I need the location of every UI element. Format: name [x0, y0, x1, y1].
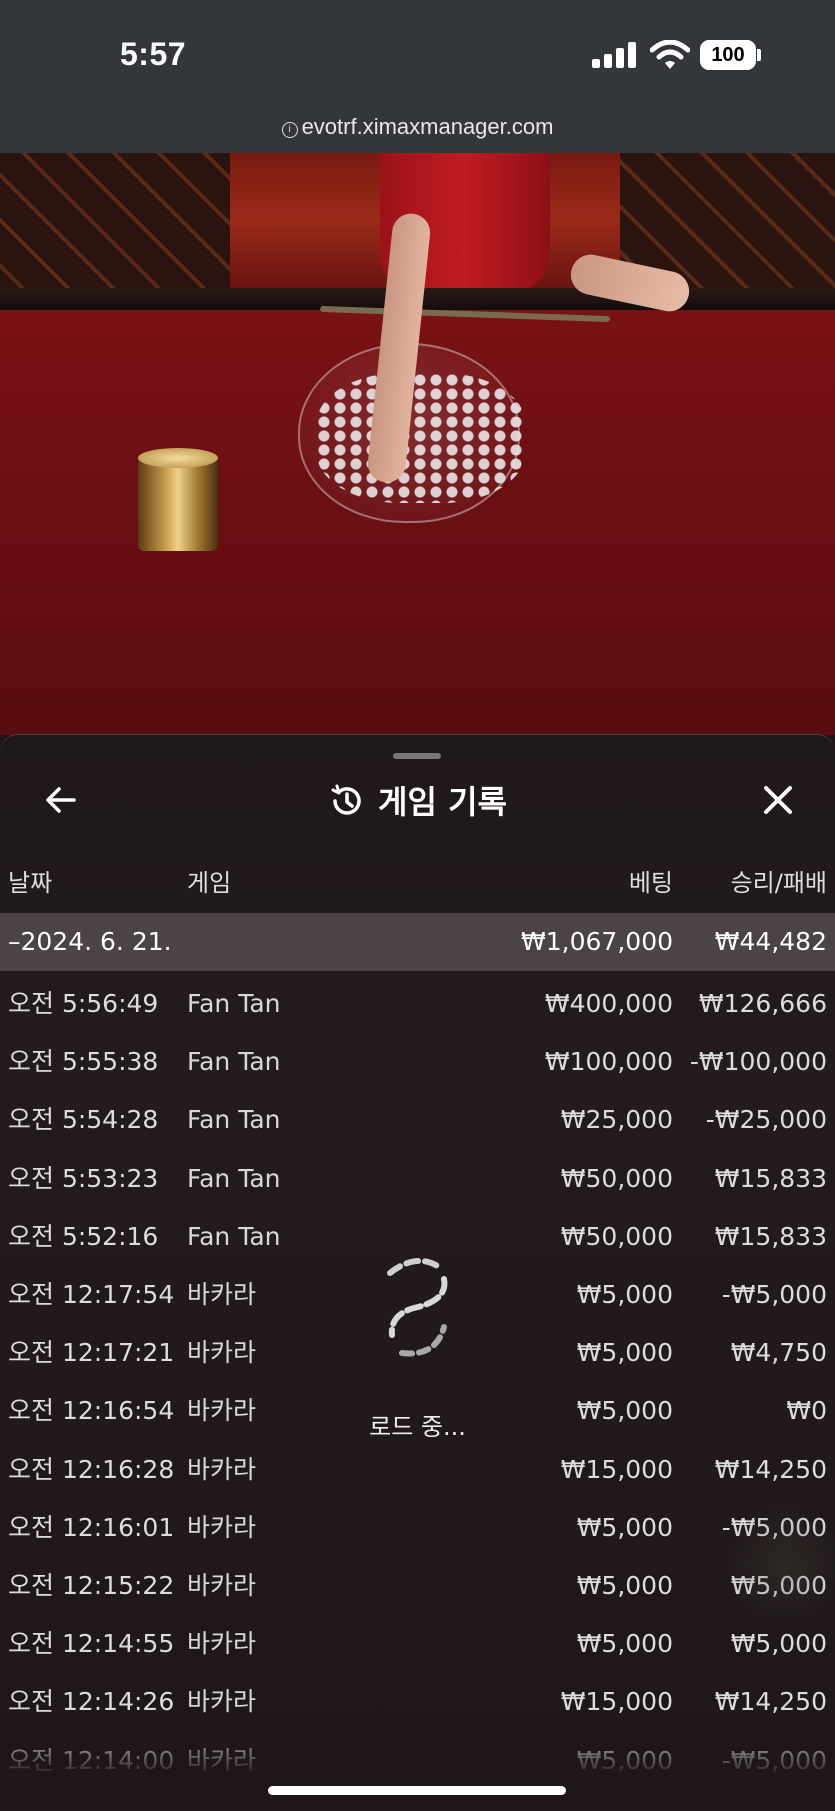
panel-header: 게임 기록 — [0, 777, 835, 823]
row-time: 오전 5:53:23 — [8, 1163, 159, 1193]
url-text: evotrf.ximaxmanager.com — [301, 114, 554, 139]
row-bet: ₩15,000 — [560, 1687, 673, 1717]
row-time: 오전 5:54:28 — [8, 1105, 159, 1135]
row-bet: ₩50,000 — [560, 1163, 673, 1193]
history-row[interactable]: 오전 12:14:26 바카라 ₩15,000 ₩14,250 — [0, 1673, 835, 1731]
row-result: -₩25,000 — [705, 1105, 827, 1135]
loading-spinner-icon — [387, 1258, 448, 1357]
row-game: 바카라 — [187, 1629, 257, 1659]
history-icon — [331, 784, 361, 815]
summary-bet: ₩1,067,000 — [521, 927, 673, 956]
row-result: ₩126,666 — [698, 989, 827, 1018]
row-bet: ₩25,000 — [560, 1105, 673, 1135]
home-indicator[interactable] — [268, 1786, 566, 1795]
fan-tan-beads — [316, 373, 526, 503]
drag-handle[interactable] — [393, 753, 441, 759]
row-time: 오전 12:15:22 — [8, 1571, 175, 1600]
battery-nub — [757, 49, 761, 61]
close-icon — [764, 786, 792, 814]
history-row[interactable]: 오전 5:54:28 Fan Tan ₩25,000 -₩25,000 — [0, 1091, 835, 1149]
row-time: 오전 12:16:01 — [8, 1512, 175, 1542]
column-bet: 베팅 — [628, 869, 673, 897]
row-bet: ₩5,000 — [576, 1571, 673, 1600]
row-game: 바카라 — [187, 1280, 257, 1309]
history-row[interactable]: 오전 12:16:28 바카라 ₩15,000 ₩14,250 — [0, 1441, 835, 1499]
row-bet: ₩5,000 — [576, 1280, 673, 1309]
status-bar: 5:57 100 i evotrf.ximaxmanager.com — [0, 0, 835, 153]
row-bet: ₩50,000 — [560, 1221, 673, 1251]
row-time: 오전 12:14:55 — [8, 1629, 175, 1659]
history-row[interactable]: 오전 5:56:49 Fan Tan ₩400,000 ₩126,666 — [0, 975, 835, 1033]
close-button[interactable] — [758, 780, 798, 820]
row-game: 바카라 — [187, 1512, 257, 1542]
row-bet: ₩5,000 — [576, 1512, 673, 1542]
row-bet: ₩5,000 — [576, 1338, 673, 1368]
row-bet: ₩400,000 — [544, 989, 673, 1018]
row-game: Fan Tan — [187, 1163, 281, 1193]
row-result: -₩100,000 — [689, 1047, 827, 1077]
status-time: 5:57 — [120, 36, 187, 72]
info-icon: i — [281, 122, 298, 138]
row-game: Fan Tan — [187, 1221, 281, 1251]
battery-indicator: 100 — [700, 40, 756, 70]
cellular-signal-icon — [592, 42, 636, 68]
bottom-fade — [0, 1725, 835, 1811]
history-row[interactable]: 오전 5:53:23 Fan Tan ₩50,000 ₩15,833 — [0, 1150, 835, 1208]
row-game: 바카라 — [187, 1687, 257, 1717]
row-time: 오전 12:14:26 — [8, 1687, 175, 1717]
history-row[interactable]: 오전 12:14:55 바카라 ₩5,000 ₩5,000 — [0, 1615, 835, 1673]
column-game: 게임 — [187, 869, 232, 897]
row-result: ₩14,250 — [714, 1454, 827, 1484]
date-summary-row[interactable]: –2024. 6. 21. ₩1,067,000 ₩44,482 — [0, 913, 835, 971]
row-bet: ₩100,000 — [544, 1047, 673, 1077]
row-result: ₩15,833 — [714, 1163, 827, 1193]
row-game: Fan Tan — [187, 1047, 281, 1077]
live-video-stream — [0, 153, 835, 735]
column-date: 날짜 — [8, 869, 53, 897]
column-result: 승리/패배 — [730, 869, 827, 897]
row-game: 바카라 — [187, 1454, 257, 1484]
summary-result: ₩44,482 — [714, 927, 827, 956]
row-time: 오전 12:17:54 — [8, 1280, 175, 1309]
row-result: ₩14,250 — [714, 1687, 827, 1717]
row-result: ₩4,750 — [730, 1338, 827, 1368]
summary-date: –2024. 6. 21. — [8, 927, 172, 956]
loading-text: 로드 중... — [369, 1413, 466, 1441]
row-time: 오전 12:17:21 — [8, 1338, 175, 1368]
address-bar[interactable]: i evotrf.ximaxmanager.com — [0, 114, 835, 140]
history-row[interactable]: 오전 12:15:22바카라₩5,000₩5,000 — [0, 1557, 835, 1615]
wifi-icon — [650, 40, 690, 69]
game-history-panel: 게임 기록 날짜 게임 베팅 승리/패배 –2024. 6. 21. ₩1,06… — [0, 734, 835, 1811]
history-row[interactable]: 오전 12:16:01바카라₩5,000-₩5,000 — [0, 1499, 835, 1557]
row-game: 바카라 — [187, 1338, 257, 1368]
row-result: ₩15,833 — [714, 1221, 827, 1251]
row-time: 오전 5:56:49 — [8, 989, 159, 1018]
row-game: Fan Tan — [187, 1105, 281, 1135]
row-game: 바카라 — [187, 1571, 257, 1600]
row-time: 오전 5:52:16 — [8, 1221, 159, 1251]
row-game: Fan Tan — [187, 989, 281, 1018]
row-time: 오전 12:16:28 — [8, 1454, 175, 1484]
table-header: 날짜 게임 베팅 승리/패배 — [0, 863, 835, 903]
row-bet: ₩5,000 — [576, 1629, 673, 1659]
brass-cup-top — [138, 448, 218, 468]
row-bet: ₩15,000 — [560, 1454, 673, 1484]
row-time: 오전 5:55:38 — [8, 1047, 159, 1077]
row-result: -₩5,000 — [721, 1280, 827, 1309]
history-row[interactable]: 오전 5:55:38 Fan Tan ₩100,000 -₩100,000 — [0, 1033, 835, 1091]
panel-title: 게임 기록 — [378, 783, 507, 821]
